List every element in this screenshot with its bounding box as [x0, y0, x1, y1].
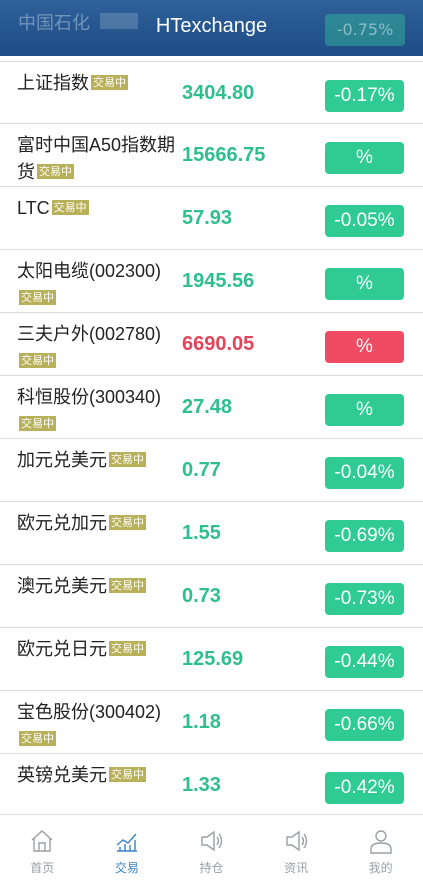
trading-status-badge: 交易中: [19, 353, 56, 368]
change-percent-button[interactable]: -0.66%: [325, 709, 404, 741]
change-percent-button[interactable]: %: [325, 268, 404, 300]
app-title: HTexchange: [155, 15, 268, 37]
instrument-name: 英镑兑美元 交易中: [17, 762, 185, 789]
quote-row[interactable]: 英镑兑美元 交易中 1.33 -0.42%: [0, 754, 423, 817]
instrument-name-text: 澳元兑美元: [17, 576, 107, 596]
instrument-name: 加元兑美元 交易中: [17, 447, 185, 474]
change-percent-button[interactable]: -0.17%: [325, 80, 404, 112]
tab-label: 首页: [30, 861, 55, 875]
trading-status-badge: 交易中: [37, 164, 74, 179]
instrument-price: 3404.80: [182, 82, 255, 104]
user-icon: [368, 830, 394, 858]
trading-status-badge: 交易中: [19, 290, 56, 305]
instrument-name-text: 太阳电缆(002300): [17, 261, 162, 281]
instrument-price: 125.69: [182, 648, 244, 670]
trading-status-badge: 交易中: [19, 416, 56, 431]
instrument-name-text: 三夫户外(002780): [17, 324, 162, 344]
instrument-price: 0.77: [182, 459, 221, 481]
instrument-name-text: 宝色股份(300402): [17, 702, 162, 722]
quote-row[interactable]: 欧元兑日元 交易中 125.69 -0.44%: [0, 628, 423, 691]
instrument-name-text: 上证指数: [17, 73, 89, 93]
trading-status-badge: 交易中: [109, 515, 146, 530]
instrument-name: 三夫户外(002780) 交易中: [17, 321, 185, 375]
instrument-price: 1.18: [182, 711, 221, 733]
instrument-name: 科恒股份(300340) 交易中: [17, 384, 185, 438]
instrument-name: 欧元兑加元 交易中: [17, 510, 185, 537]
trading-status-badge: 交易中: [19, 731, 56, 746]
quote-row[interactable]: 科恒股份(300340) 交易中 27.48%: [0, 376, 423, 439]
quote-row[interactable]: 富时中国A50指数期货 交易中 15666.75%: [0, 124, 423, 187]
quote-row[interactable]: 三夫户外(002780) 交易中 6690.05%: [0, 313, 423, 376]
app-header: 中国石化 -0.75% HTexchange: [0, 0, 423, 56]
trading-status-badge: 交易中: [109, 452, 146, 467]
instrument-name: 欧元兑日元 交易中: [17, 636, 185, 663]
tab-label: 资讯: [284, 861, 309, 875]
quote-row[interactable]: 澳元兑美元 交易中 0.73 -0.73%: [0, 565, 423, 628]
speaker-icon: [283, 830, 309, 858]
instrument-name: 宝色股份(300402) 交易中: [17, 699, 185, 753]
instrument-price: 27.48: [182, 396, 233, 418]
instrument-price: 0.73: [182, 585, 221, 607]
quote-row[interactable]: LTC 交易中 57.93 -0.05%: [0, 187, 423, 250]
quote-row[interactable]: 欧元兑加元 交易中 1.55 -0.69%: [0, 502, 423, 565]
tab-home[interactable]: 首页: [0, 815, 85, 881]
change-percent-button[interactable]: -0.44%: [325, 646, 404, 678]
instrument-name-text: 科恒股份(300340): [17, 387, 162, 407]
instrument-price: 1945.56: [182, 270, 255, 292]
change-percent-button[interactable]: -0.05%: [325, 205, 404, 237]
tab-speaker[interactable]: 资讯: [254, 815, 339, 881]
trading-status-badge: 交易中: [51, 200, 89, 215]
tab-label: 交易: [114, 861, 139, 875]
tab-label: 持仓: [199, 861, 224, 875]
trading-status-badge: 交易中: [109, 641, 146, 656]
quote-row[interactable]: 宝色股份(300402) 交易中 1.18 -0.66%: [0, 691, 423, 754]
instrument-name: 澳元兑美元 交易中: [17, 573, 185, 600]
instrument-name-text: LTC: [17, 198, 50, 218]
trading-status-badge: 交易中: [91, 75, 128, 90]
change-percent-button[interactable]: %: [325, 142, 404, 174]
instrument-name-text: 欧元兑日元: [17, 639, 107, 659]
instrument-price: 57.93: [182, 207, 233, 229]
trading-status-badge: 交易中: [109, 578, 146, 593]
quote-row[interactable]: 加元兑美元 交易中 0.77 -0.04%: [0, 439, 423, 502]
instrument-name-text: 欧元兑加元: [17, 513, 107, 533]
instrument-name: 富时中国A50指数期货 交易中: [17, 132, 185, 186]
tab-user[interactable]: 我的: [338, 815, 423, 881]
change-percent-button[interactable]: -0.42%: [325, 772, 404, 804]
instrument-price: 15666.75: [182, 144, 266, 166]
speaker-icon: [198, 830, 224, 858]
instrument-name-text: 加元兑美元: [17, 450, 107, 470]
quote-row[interactable]: 太阳电缆(002300) 交易中 1945.56%: [0, 250, 423, 313]
tab-speaker[interactable]: 持仓: [169, 815, 254, 881]
quote-row[interactable]: 上证指数 交易中 3404.80 -0.17%: [0, 61, 423, 124]
change-percent-button[interactable]: -0.73%: [325, 583, 404, 615]
instrument-price: 1.33: [182, 774, 221, 796]
trading-status-badge: 交易中: [109, 767, 146, 782]
instrument-name: 上证指数 交易中: [17, 70, 185, 97]
quote-list: 上证指数 交易中 3404.80 -0.17% 富时中国A50指数期货 交易中 15666.…: [0, 61, 423, 817]
chart-icon: [114, 833, 140, 858]
instrument-name: LTC 交易中: [17, 195, 185, 222]
change-percent-button[interactable]: -0.69%: [325, 520, 404, 552]
instrument-price: 6690.05: [182, 333, 255, 355]
change-percent-button[interactable]: %: [325, 394, 404, 426]
instrument-name-text: 英镑兑美元: [17, 765, 107, 785]
home-icon: [29, 830, 55, 858]
bottom-tab-bar: 首页 交易 持仓 资讯 我的: [0, 814, 423, 881]
instrument-price: 1.55: [182, 522, 221, 544]
change-percent-button[interactable]: -0.04%: [325, 457, 404, 489]
tab-chart[interactable]: 交易: [85, 815, 170, 881]
change-percent-button[interactable]: %: [325, 331, 404, 363]
instrument-name: 太阳电缆(002300) 交易中: [17, 258, 185, 312]
tab-label: 我的: [368, 861, 393, 875]
